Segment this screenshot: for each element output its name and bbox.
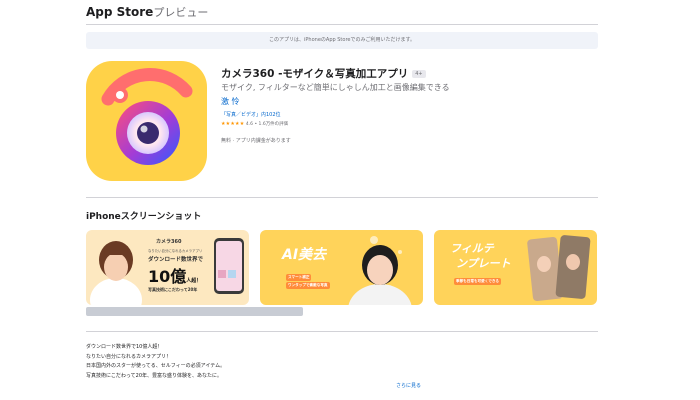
screenshot-2-image: [348, 236, 412, 305]
price-info: 無料 · アプリ内課金があります: [221, 138, 291, 144]
developer-link[interactable]: 激 怜: [221, 96, 240, 107]
see-more-link[interactable]: さらに見る: [396, 382, 421, 389]
age-rating-badge: 4+: [412, 70, 426, 78]
rating-text: 4.6 • 1.6万件の評価: [245, 122, 289, 127]
category-ranking-link[interactable]: 「写真／ビデオ」内102位: [221, 111, 281, 118]
shot2-big: AI美去: [282, 247, 327, 263]
shot1-line2: ダウンロード数世界で: [148, 257, 204, 263]
header-divider: [86, 24, 598, 25]
rating-summary: ★★★★★ 4.6 • 1.6万件の評価: [221, 121, 288, 127]
star-rating-icon: ★★★★★: [221, 121, 245, 127]
app-title: カメラ360 -モザイク＆写真加工アプリ 4+: [221, 66, 426, 81]
screenshots-heading: iPhoneスクリーンショット: [86, 212, 202, 222]
screenshot-1[interactable]: カメラ360 なりたい自分になれるカメラアプリ ダウンロード数世界で 10億人超…: [86, 230, 249, 305]
section-divider-1: [86, 197, 598, 198]
shot2-line1: スマート補正: [286, 274, 312, 281]
shot3-big: フィルテ: [450, 242, 494, 255]
app-store-brand[interactable]: App Storeプレビュー: [86, 4, 208, 20]
description-line: 写真技術にこだわって20年、豊富な盛り体験を、あなたに。: [86, 372, 223, 379]
shot1-big-suffix: 人超！: [186, 278, 202, 284]
description-line: 日本国内外のスターが使ってる、セルフィーの必須アイテム。: [86, 363, 226, 369]
app-subtitle: モザイク, フィルターなど簡単にしゃしん加工と画像編集できる: [221, 83, 450, 92]
top-bar: App Storeプレビュー: [0, 0, 700, 24]
shot3-line1: 季節も日常も可愛くできる: [454, 278, 501, 285]
screenshots-scrollbar[interactable]: [86, 307, 303, 316]
shot3-big2: ンプレート: [456, 257, 511, 270]
camera360-logo-icon: [101, 68, 193, 165]
brand-suffix: プレビュー: [153, 6, 209, 19]
app-icon: [86, 61, 207, 181]
description-line: ダウンロード数世界で10億人超！: [86, 344, 163, 350]
shot2-line2: ワンタップで素敵な写真: [286, 282, 330, 289]
app-description: ダウンロード数世界で10億人超！ なりたい自分になれるカメラアプリ！ 日本国内外…: [86, 343, 225, 381]
description-line: なりたい自分になれるカメラアプリ！: [86, 353, 172, 360]
shot1-line1: なりたい自分になれるカメラアプリ: [148, 249, 203, 253]
shot1-big-number: 10億: [148, 267, 187, 286]
screenshot-2[interactable]: AI美去 スマート補正 ワンタップで素敵な写真: [260, 230, 423, 305]
shot1-logo: カメラ360: [156, 239, 182, 245]
screenshot-3[interactable]: フィルテ ンプレート 季節も日常も可愛くできる: [434, 230, 597, 305]
shot1-line3: 写真技術にこだわって20年: [148, 287, 198, 292]
shot1-big: 10億人超！: [148, 263, 201, 287]
iphone-only-notice: このアプリは、iPhoneのApp Storeでのみご利用いただけます。: [86, 32, 598, 49]
brand-name: App Store: [86, 5, 154, 19]
section-divider-2: [86, 331, 598, 332]
app-title-text: カメラ360 -モザイク＆写真加工アプリ: [221, 68, 409, 80]
